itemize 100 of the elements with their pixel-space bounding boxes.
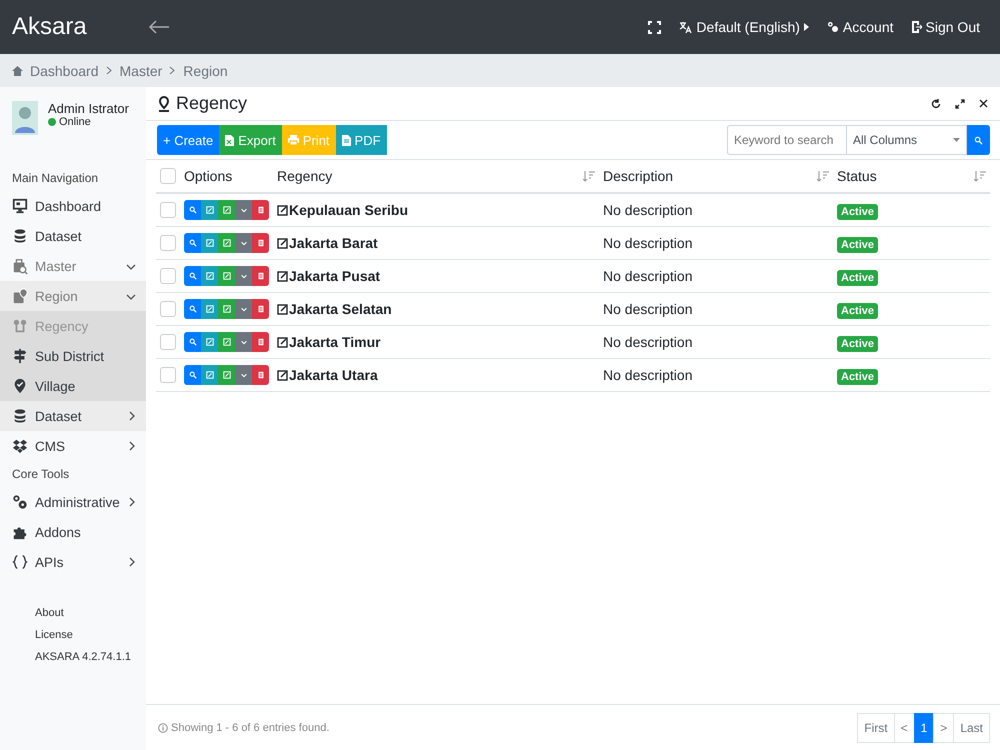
more-button[interactable]: [235, 233, 252, 253]
sidebar-item[interactable]: APIs: [0, 547, 146, 577]
view-button[interactable]: [184, 332, 201, 352]
regency-link[interactable]: Jakarta Selatan: [277, 301, 595, 317]
regency-link[interactable]: Jakarta Utara: [277, 367, 595, 383]
delete-button[interactable]: [252, 200, 269, 220]
delete-button[interactable]: [252, 365, 269, 385]
delete-button[interactable]: [252, 299, 269, 319]
more-button[interactable]: [235, 299, 252, 319]
status-dot: [48, 118, 56, 126]
search-button[interactable]: [967, 125, 990, 155]
page-button[interactable]: First: [857, 712, 895, 742]
view-button[interactable]: [184, 299, 201, 319]
view-button[interactable]: [184, 233, 201, 253]
footer-link[interactable]: License: [35, 629, 146, 641]
chevron-icon: [106, 66, 112, 75]
fullscreen-icon[interactable]: [648, 20, 662, 34]
edit-button[interactable]: [201, 233, 218, 253]
page-button[interactable]: >: [933, 712, 954, 742]
edit-button[interactable]: [201, 266, 218, 286]
caret-icon: [240, 206, 248, 214]
update-button[interactable]: [218, 332, 235, 352]
expand-icon[interactable]: [955, 98, 965, 108]
more-button[interactable]: [235, 365, 252, 385]
update-button[interactable]: [218, 200, 235, 220]
more-button[interactable]: [235, 332, 252, 352]
sidebar-item[interactable]: Village: [0, 371, 146, 401]
row-checkbox[interactable]: [160, 334, 176, 350]
back-arrow-icon[interactable]: [148, 20, 170, 34]
user-status: Online: [59, 116, 91, 128]
more-button[interactable]: [235, 266, 252, 286]
delete-button[interactable]: [252, 233, 269, 253]
row-checkbox[interactable]: [160, 235, 176, 251]
language-menu[interactable]: Default (English): [679, 19, 809, 35]
close-icon[interactable]: [979, 98, 988, 108]
update-button[interactable]: [218, 233, 235, 253]
caret-icon: [240, 239, 248, 247]
edit-button[interactable]: [201, 299, 218, 319]
breadcrumb-link[interactable]: Dashboard: [30, 62, 98, 78]
edit-icon: [277, 370, 288, 380]
column-select[interactable]: All Columns: [847, 125, 967, 155]
footer-link[interactable]: AKSARA 4.2.74.1.1: [35, 651, 146, 663]
map-pin-icon: [12, 287, 28, 305]
row-checkbox[interactable]: [160, 301, 176, 317]
sign-out-icon: [912, 21, 922, 33]
sort-icon[interactable]: [583, 170, 595, 182]
sidebar-item[interactable]: Addons: [0, 517, 146, 547]
search-icon: [188, 206, 196, 214]
breadcrumb-link[interactable]: Region: [183, 62, 228, 78]
delete-button[interactable]: [252, 266, 269, 286]
brand-logo-text[interactable]: Aksara: [0, 13, 146, 41]
column-header[interactable]: Status: [837, 168, 877, 184]
search-field[interactable]: Keyword to search: [727, 125, 847, 155]
view-button[interactable]: [184, 200, 201, 220]
box-icon: [12, 437, 28, 455]
edit-icon: [222, 371, 230, 379]
user-name: Admin Istrator: [48, 101, 129, 116]
sort-icon[interactable]: [974, 170, 986, 182]
row-checkbox[interactable]: [160, 202, 176, 218]
page-button[interactable]: <: [894, 712, 915, 742]
sidebar-item[interactable]: Administrative: [0, 487, 146, 517]
edit-button[interactable]: [201, 365, 218, 385]
select-all-checkbox[interactable]: [160, 168, 176, 184]
more-button[interactable]: [235, 200, 252, 220]
regency-link[interactable]: Jakarta Barat: [277, 235, 595, 251]
sign-out-link[interactable]: Sign Out: [912, 19, 980, 35]
sidebar-item[interactable]: Dataset: [0, 221, 146, 251]
sidebar-item[interactable]: CMS: [0, 431, 146, 461]
update-button[interactable]: [218, 365, 235, 385]
view-button[interactable]: [184, 266, 201, 286]
page-button[interactable]: Last: [953, 712, 990, 742]
sidebar-item[interactable]: Dashboard: [0, 191, 146, 221]
regency-link[interactable]: Kepulauan Seribu: [277, 202, 595, 218]
create-button[interactable]: + Create: [157, 125, 220, 155]
column-header[interactable]: Regency: [277, 168, 332, 184]
edit-icon: [222, 272, 230, 280]
page-button[interactable]: 1: [914, 712, 934, 742]
sidebar-item[interactable]: Sub District: [0, 341, 146, 371]
sort-icon[interactable]: [817, 170, 829, 182]
edit-button[interactable]: [201, 332, 218, 352]
regency-link[interactable]: Jakarta Timur: [277, 334, 595, 350]
view-button[interactable]: [184, 365, 201, 385]
status-badge: Active: [837, 336, 878, 352]
sidebar-item[interactable]: Dataset: [0, 401, 146, 431]
delete-button[interactable]: [252, 332, 269, 352]
footer-link[interactable]: About: [35, 607, 146, 619]
sidebar-item[interactable]: Master: [0, 251, 146, 281]
update-button[interactable]: [218, 299, 235, 319]
update-button[interactable]: [218, 266, 235, 286]
breadcrumb-link[interactable]: Master: [120, 62, 162, 78]
row-checkbox[interactable]: [160, 268, 176, 284]
regency-link[interactable]: Jakarta Pusat: [277, 268, 595, 284]
row-checkbox[interactable]: [160, 367, 176, 383]
refresh-icon[interactable]: [931, 98, 941, 108]
edit-button[interactable]: [201, 200, 218, 220]
column-header[interactable]: Description: [603, 168, 674, 184]
database-icon: [12, 407, 28, 425]
column-header: Options: [180, 160, 273, 193]
account-link[interactable]: Account: [826, 19, 894, 35]
trash-icon: [256, 338, 264, 346]
